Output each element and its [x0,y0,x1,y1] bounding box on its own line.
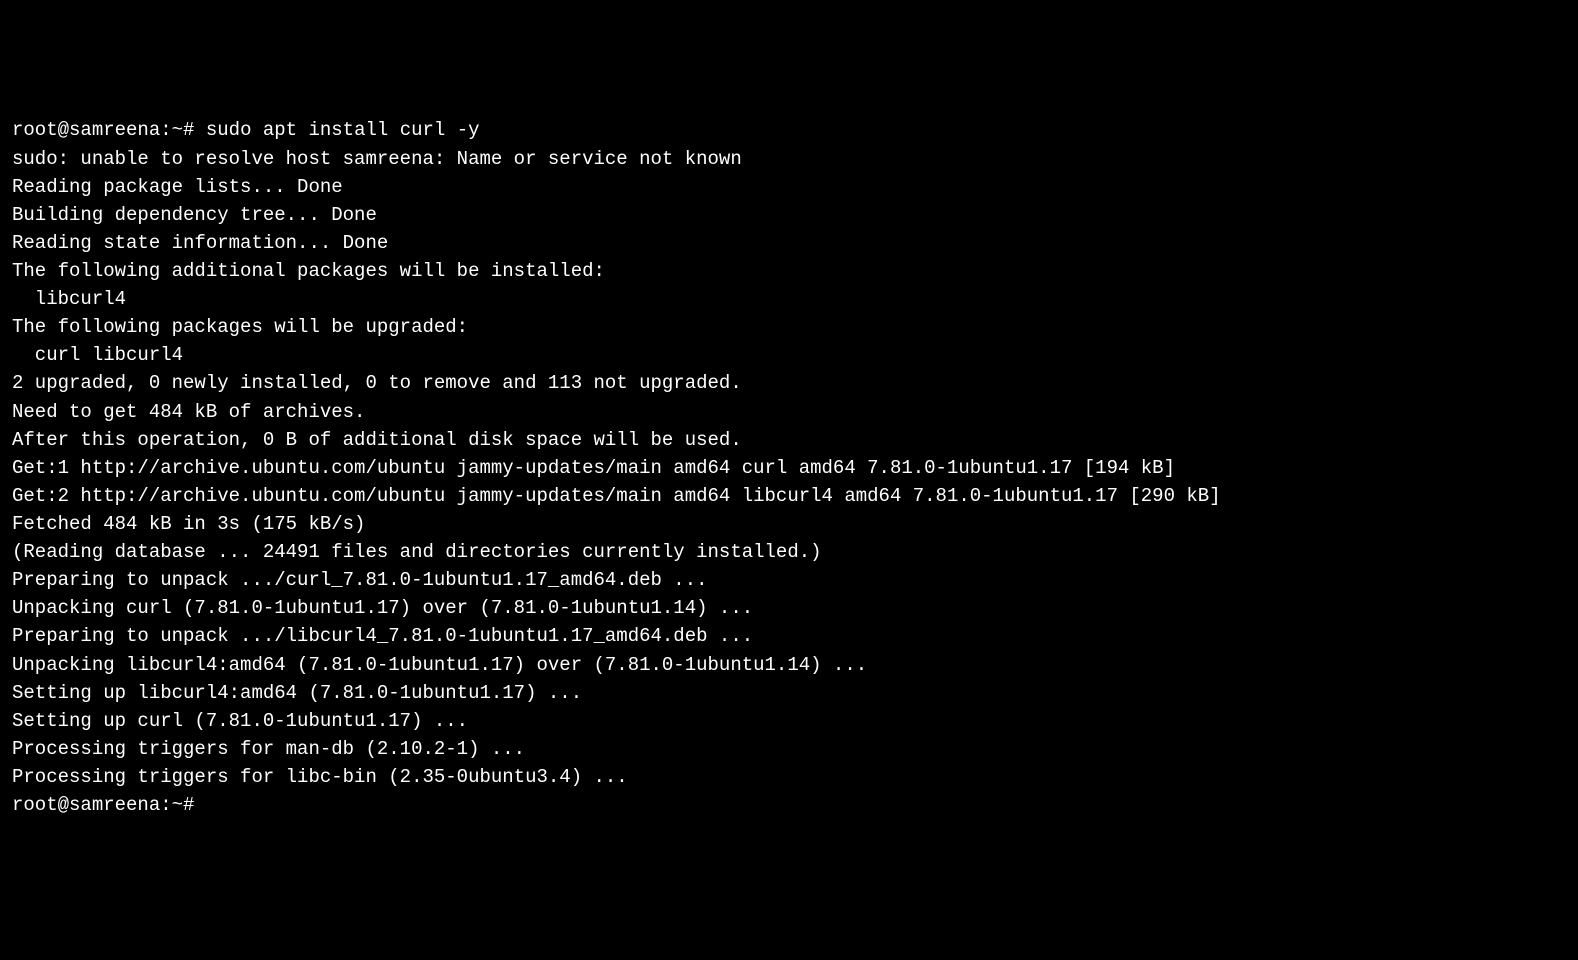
prompt-separator: : [160,119,171,141]
prompt-user: root@samreena [12,794,160,816]
output-line: Get:1 http://archive.ubuntu.com/ubuntu j… [12,454,1566,482]
prompt-path: ~ [172,794,183,816]
output-line: Reading package lists... Done [12,173,1566,201]
command-line-2[interactable]: root@samreena:~# [12,791,1566,819]
output-line: sudo: unable to resolve host samreena: N… [12,145,1566,173]
command-text: sudo apt install curl -y [206,119,480,141]
output-line: The following packages will be upgraded: [12,313,1566,341]
output-line: Preparing to unpack .../curl_7.81.0-1ubu… [12,566,1566,594]
prompt-path: ~ [172,119,183,141]
output-line: Processing triggers for libc-bin (2.35-0… [12,763,1566,791]
output-line: Reading state information... Done [12,229,1566,257]
output-line: Setting up curl (7.81.0-1ubuntu1.17) ... [12,707,1566,735]
output-line: The following additional packages will b… [12,257,1566,285]
output-line: (Reading database ... 24491 files and di… [12,538,1566,566]
output-line: After this operation, 0 B of additional … [12,426,1566,454]
output-line: libcurl4 [12,285,1566,313]
output-line: Fetched 484 kB in 3s (175 kB/s) [12,510,1566,538]
output-line: Processing triggers for man-db (2.10.2-1… [12,735,1566,763]
output-line: curl libcurl4 [12,341,1566,369]
output-line: Unpacking curl (7.81.0-1ubuntu1.17) over… [12,594,1566,622]
output-line: Unpacking libcurl4:amd64 (7.81.0-1ubuntu… [12,651,1566,679]
prompt-hash: # [183,794,194,816]
output-line: Building dependency tree... Done [12,201,1566,229]
prompt-hash: # [183,119,206,141]
output-line: Get:2 http://archive.ubuntu.com/ubuntu j… [12,482,1566,510]
terminal-window[interactable]: root@samreena:~# sudo apt install curl -… [12,116,1566,819]
prompt-user: root@samreena [12,119,160,141]
output-line: Preparing to unpack .../libcurl4_7.81.0-… [12,622,1566,650]
output-line: Need to get 484 kB of archives. [12,398,1566,426]
prompt-separator: : [160,794,171,816]
output-line: 2 upgraded, 0 newly installed, 0 to remo… [12,369,1566,397]
command-line-1: root@samreena:~# sudo apt install curl -… [12,116,1566,144]
